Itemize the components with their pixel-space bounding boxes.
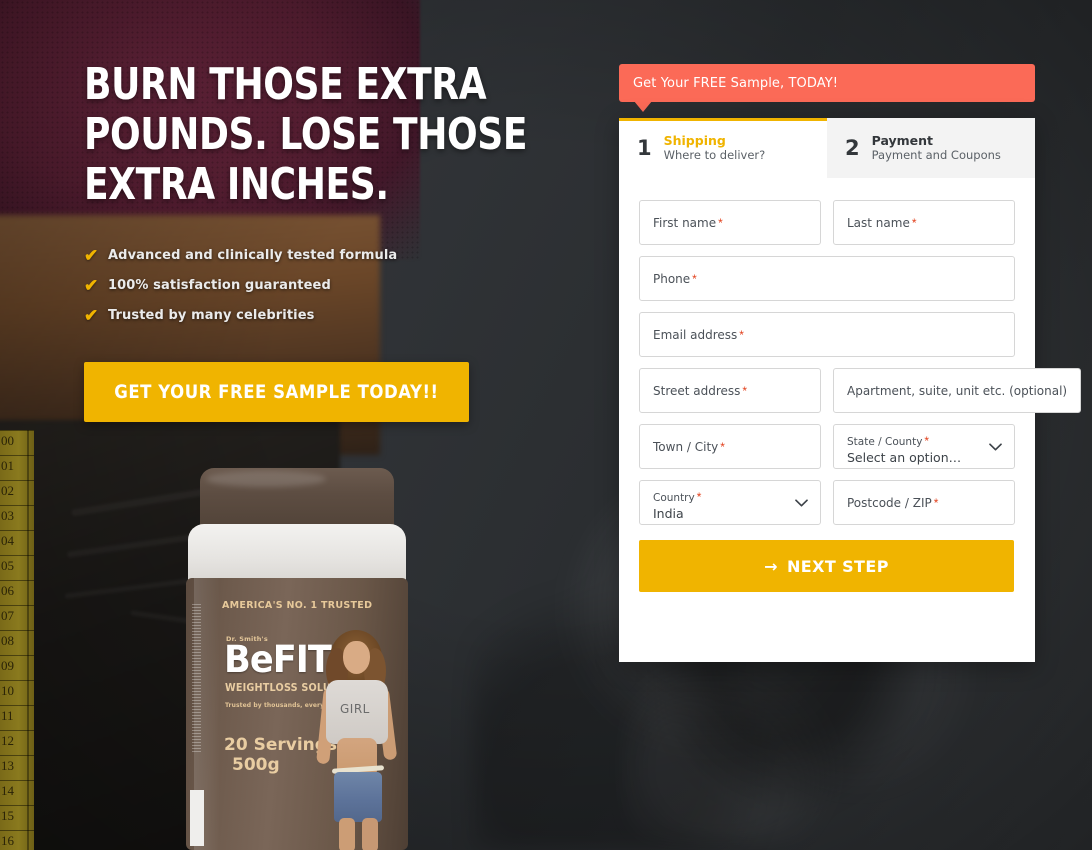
required-marker: * xyxy=(742,383,748,398)
tab-payment[interactable]: 2 Payment Payment and Coupons xyxy=(827,118,1035,178)
phone-label: Phone xyxy=(653,271,691,286)
bottle-cap xyxy=(200,468,394,530)
town-city-input[interactable]: Town / City * xyxy=(639,424,821,469)
step-number: 1 xyxy=(637,135,652,160)
checkout-steps: 1 Shipping Where to deliver? 2 Payment P… xyxy=(619,118,1035,178)
list-item: ✔ 100% satisfaction guaranteed xyxy=(84,277,554,294)
promo-banner-label: Get Your FREE Sample, TODAY! xyxy=(633,75,839,91)
hero-content: BURN THOSE EXTRA POUNDS. LOSE THOSE EXTR… xyxy=(84,60,554,422)
country-value: India xyxy=(653,505,684,521)
promo-banner: Get Your FREE Sample, TODAY! xyxy=(619,64,1035,102)
check-icon: ✔ xyxy=(84,276,99,295)
chevron-down-icon xyxy=(795,498,808,507)
next-step-button[interactable]: → NEXT STEP xyxy=(639,540,1014,592)
form-row-phone: Phone * xyxy=(639,256,1015,301)
checkout-card: 1 Shipping Where to deliver? 2 Payment P… xyxy=(619,118,1082,662)
arrow-right-icon: → xyxy=(764,556,778,576)
model-face xyxy=(343,641,370,674)
state-county-label: State / County xyxy=(847,435,923,448)
product-top-line: AMERICA'S NO. 1 TRUSTED xyxy=(222,600,373,611)
postcode-zip-label: Postcode / ZIP xyxy=(847,495,932,510)
apartment-label: Apartment, suite, unit etc. (optional) xyxy=(847,383,1068,398)
model-leg-left xyxy=(339,818,355,850)
required-marker: * xyxy=(720,439,725,454)
step-title: Payment xyxy=(871,133,934,148)
country-label-wrap: Country * xyxy=(653,488,701,506)
step-subtitle: Payment and Coupons xyxy=(871,148,1001,162)
step-text: Shipping Where to deliver? xyxy=(664,133,766,163)
first-name-input[interactable]: First name * xyxy=(639,200,821,245)
list-item: ✔ Advanced and clinically tested formula xyxy=(84,247,554,264)
phone-input[interactable]: Phone * xyxy=(639,256,1015,301)
required-marker: * xyxy=(739,327,744,342)
town-city-label: Town / City xyxy=(653,439,719,454)
model-shirt-text: GIRL xyxy=(340,702,370,716)
benefit-label: 100% satisfaction guaranteed xyxy=(108,278,331,293)
form-row-name: First name * Last name * xyxy=(639,200,1015,245)
model-leg-right xyxy=(362,818,378,850)
check-icon: ✔ xyxy=(84,246,99,265)
required-marker: * xyxy=(924,433,930,448)
headline-line-2: POUNDS. LOSE THOSE xyxy=(84,109,528,160)
required-marker: * xyxy=(718,215,723,230)
state-county-value: Select an option… xyxy=(847,449,962,465)
headline-line-1: BURN THOSE EXTRA xyxy=(84,59,487,110)
last-name-label: Last name xyxy=(847,215,910,230)
form-row-address: Street address * Apartment, suite, unit e… xyxy=(639,368,1082,413)
email-label: Email address xyxy=(653,327,738,342)
tab-shipping[interactable]: 1 Shipping Where to deliver? xyxy=(619,118,827,178)
get-free-sample-label: GET YOUR FREE SAMPLE TODAY!! xyxy=(114,381,439,403)
bottle-side-text xyxy=(192,604,201,754)
street-address-label: Street address xyxy=(653,383,741,398)
benefit-label: Trusted by many celebrities xyxy=(108,308,315,323)
model-shorts xyxy=(334,772,382,822)
form-row-city-state: Town / City * State / County * Select an o… xyxy=(639,424,1015,469)
list-item: ✔ Trusted by many celebrities xyxy=(84,307,554,324)
country-select[interactable]: Country * India xyxy=(639,480,821,525)
street-address-input[interactable]: Street address * xyxy=(639,368,821,413)
bottle-neck xyxy=(188,524,406,586)
product-weight: 500g xyxy=(232,755,280,775)
promo-banner-pointer xyxy=(634,101,652,112)
step-title: Shipping xyxy=(663,133,726,148)
required-marker: * xyxy=(911,215,917,230)
country-label: Country xyxy=(653,491,695,504)
last-name-input[interactable]: Last name * xyxy=(833,200,1015,245)
required-marker: * xyxy=(933,495,939,510)
step-number: 2 xyxy=(845,135,860,160)
headline-line-3: EXTRA INCHES. xyxy=(84,159,389,210)
first-name-label: First name xyxy=(653,215,717,230)
form-row-email: Email address * xyxy=(639,312,1015,357)
postcode-zip-input[interactable]: Postcode / ZIP * xyxy=(833,480,1015,525)
check-icon: ✔ xyxy=(84,306,99,325)
benefit-list: ✔ Advanced and clinically tested formula… xyxy=(84,247,554,324)
state-county-label-wrap: State / County * xyxy=(847,432,929,450)
required-marker: * xyxy=(696,489,702,504)
get-free-sample-button[interactable]: GET YOUR FREE SAMPLE TODAY!! xyxy=(84,362,469,422)
product-model-photo: GIRL xyxy=(312,630,400,850)
required-marker: * xyxy=(692,271,697,286)
product-bottle-image: AMERICA'S NO. 1 TRUSTED Dr. Smith's BeFI… xyxy=(172,468,420,850)
email-input[interactable]: Email address * xyxy=(639,312,1015,357)
form-row-country-zip: Country * India Postcode / ZIP * xyxy=(639,480,1015,525)
bottle-body: AMERICA'S NO. 1 TRUSTED Dr. Smith's BeFI… xyxy=(186,578,408,850)
step-subtitle: Where to deliver? xyxy=(663,148,766,162)
apartment-input[interactable]: Apartment, suite, unit etc. (optional) xyxy=(833,368,1082,413)
benefit-label: Advanced and clinically tested formula xyxy=(108,248,398,263)
next-step-label: NEXT STEP xyxy=(786,556,889,576)
step-text: Payment Payment and Coupons xyxy=(872,133,1001,163)
bottle-side-panel xyxy=(190,790,204,846)
state-county-select[interactable]: State / County * Select an option… xyxy=(833,424,1015,469)
measuring-tape-edge xyxy=(27,430,29,850)
shipping-form: First name * Last name * Phone * Email addr… xyxy=(619,178,1082,592)
chevron-down-icon xyxy=(989,442,1002,451)
page-title: BURN THOSE EXTRA POUNDS. LOSE THOSE EXTR… xyxy=(84,60,553,210)
